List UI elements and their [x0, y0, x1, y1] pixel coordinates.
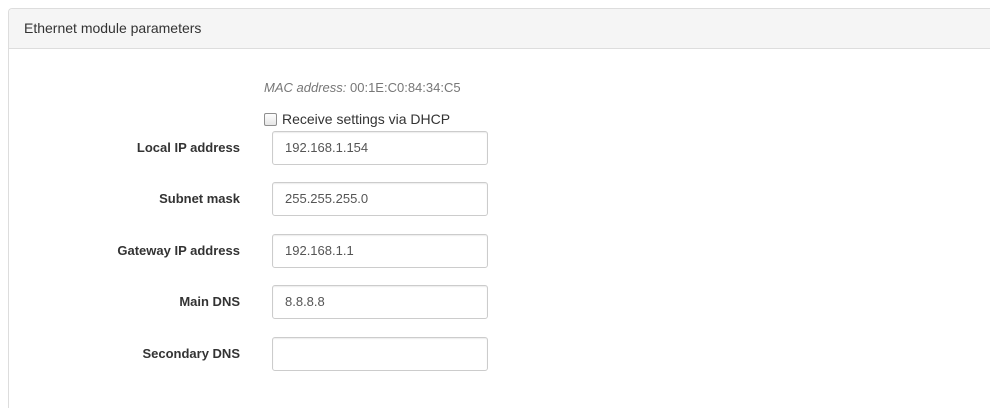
secondary-dns-input[interactable] — [272, 337, 488, 371]
gateway-ip-input[interactable]: 192.168.1.1 — [272, 234, 488, 268]
subnet-mask-input[interactable]: 255.255.255.0 — [272, 182, 488, 216]
gateway-ip-label: Gateway IP address — [117, 243, 240, 258]
secondary-dns-label: Secondary DNS — [142, 346, 240, 361]
main-dns-input[interactable]: 8.8.8.8 — [272, 285, 488, 319]
dhcp-label[interactable]: Receive settings via DHCP — [282, 111, 450, 127]
dhcp-checkbox[interactable] — [264, 112, 277, 126]
mac-address-value: 00:1E:C0:84:34:C5 — [350, 80, 461, 95]
subnet-mask-label: Subnet mask — [159, 191, 240, 206]
main-dns-label: Main DNS — [179, 294, 240, 309]
local-ip-input[interactable]: 192.168.1.154 — [272, 131, 488, 165]
local-ip-label: Local IP address — [136, 140, 240, 155]
mac-address-label: MAC address: — [264, 80, 347, 95]
mac-address-line: MAC address: 00:1E:C0:84:34:C5 — [264, 80, 461, 95]
dhcp-option[interactable]: Receive settings via DHCP — [264, 111, 450, 127]
panel-title: Ethernet module parameters — [9, 9, 990, 49]
